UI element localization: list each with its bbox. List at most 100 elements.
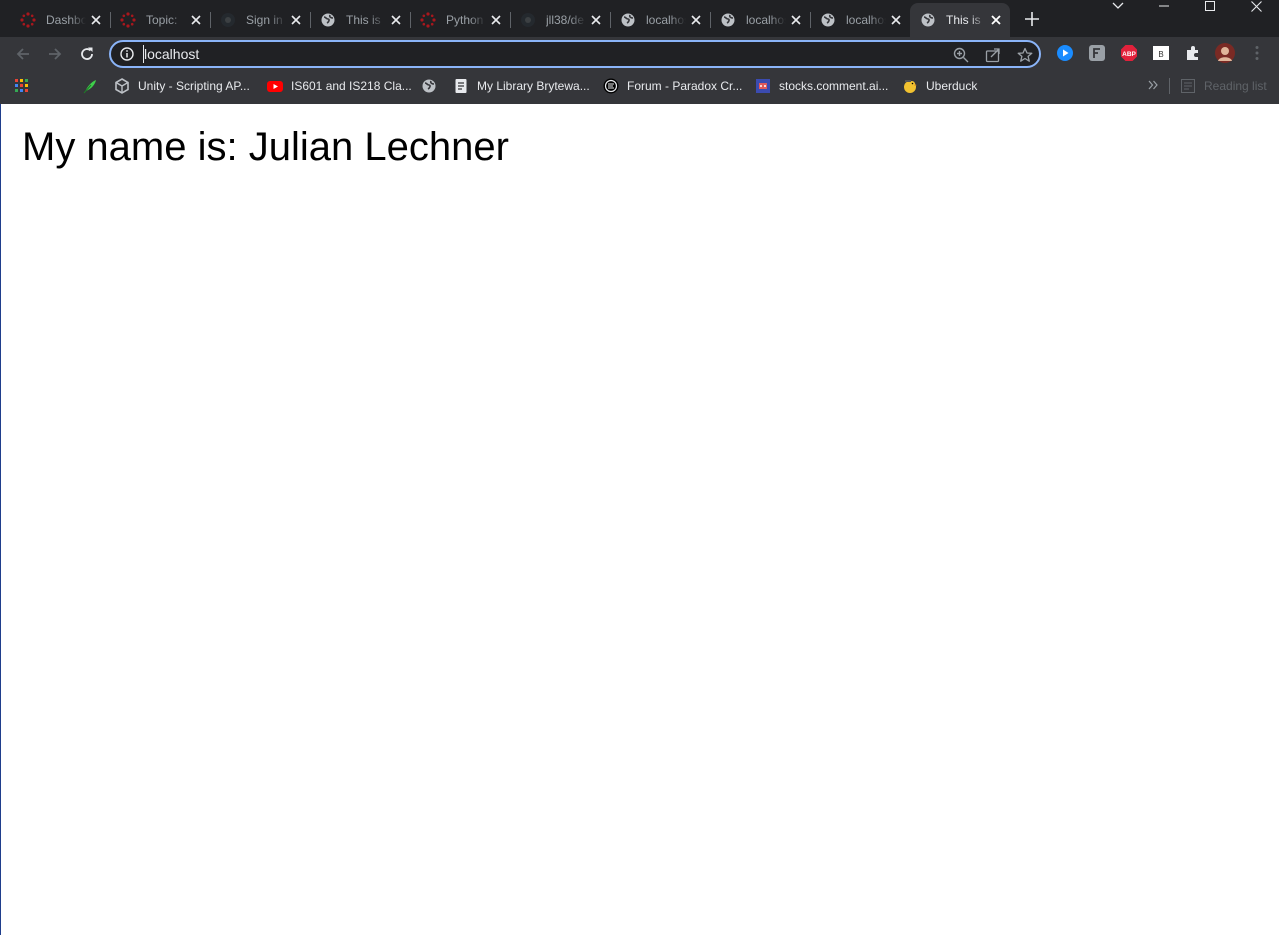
address-bar[interactable]: localhost bbox=[109, 40, 1041, 68]
page-content: My name is: Julian Lechner bbox=[0, 104, 1279, 935]
maximize-button[interactable] bbox=[1187, 0, 1233, 12]
browser-chrome: Dashboard Topic: Sign in This is bbox=[0, 0, 1279, 104]
url-text[interactable]: localhost bbox=[143, 45, 199, 63]
svg-text:ABP: ABP bbox=[1122, 51, 1136, 58]
back-button[interactable] bbox=[10, 41, 36, 67]
close-tab-icon[interactable] bbox=[688, 12, 704, 28]
avatar[interactable] bbox=[1215, 43, 1235, 63]
tab-title: localhost bbox=[646, 13, 686, 27]
forward-button[interactable] bbox=[42, 41, 68, 67]
tab-this-is-1[interactable]: This is bbox=[310, 3, 411, 37]
minimize-icon bbox=[1159, 5, 1169, 7]
paradox-icon bbox=[603, 78, 619, 94]
bookmark-paradox-forum[interactable]: Forum - Paradox Cr... bbox=[603, 77, 742, 95]
tab-title: Topic: bbox=[146, 13, 178, 27]
globe-icon bbox=[820, 12, 836, 28]
tab-title: This is bbox=[346, 13, 381, 27]
tab-topic[interactable]: Topic: bbox=[110, 3, 211, 37]
close-tab-icon[interactable] bbox=[888, 12, 904, 28]
menu-dots-icon[interactable] bbox=[1248, 44, 1266, 62]
close-tab-icon[interactable] bbox=[488, 12, 504, 28]
extension-play-icon[interactable] bbox=[1056, 44, 1074, 62]
tab-python[interactable]: Python bbox=[410, 3, 511, 37]
github-icon bbox=[520, 12, 536, 28]
tab-this-is-active[interactable]: This is bbox=[910, 3, 1010, 37]
tab-search-button[interactable] bbox=[1095, 0, 1141, 12]
tab-sign-in[interactable]: Sign in bbox=[210, 3, 311, 37]
bookmark-label: Unity - Scripting AP... bbox=[138, 79, 250, 93]
youtube-icon bbox=[267, 78, 283, 94]
close-tab-icon[interactable] bbox=[388, 12, 404, 28]
globe-icon bbox=[421, 78, 437, 94]
tab-localhost-1[interactable]: localhost bbox=[610, 3, 711, 37]
close-tab-icon[interactable] bbox=[988, 12, 1004, 28]
bookmark-label: Uberduck bbox=[926, 79, 978, 93]
document-icon bbox=[453, 78, 469, 94]
extensions-puzzle-icon[interactable] bbox=[1184, 44, 1202, 62]
plus-icon bbox=[1025, 12, 1039, 26]
reload-button[interactable] bbox=[74, 41, 100, 67]
globe-icon bbox=[720, 12, 736, 28]
share-icon[interactable] bbox=[983, 45, 1003, 65]
bookmark-feather[interactable] bbox=[82, 77, 106, 95]
bookmark-globe[interactable] bbox=[421, 77, 445, 95]
bookmark-uberduck[interactable]: Uberduck bbox=[902, 77, 977, 95]
adblock-plus-icon[interactable]: ABP bbox=[1120, 44, 1138, 62]
tab-title: localhost bbox=[846, 13, 886, 27]
minimize-button[interactable] bbox=[1141, 0, 1187, 12]
extension-font-icon[interactable] bbox=[1088, 44, 1106, 62]
globe-icon bbox=[620, 12, 636, 28]
zoom-icon[interactable] bbox=[951, 45, 971, 65]
tab-strip: Dashboard Topic: Sign in This is bbox=[0, 0, 1279, 37]
bookmark-unity[interactable]: Unity - Scripting AP... bbox=[114, 77, 250, 95]
close-tab-icon[interactable] bbox=[588, 12, 604, 28]
close-icon bbox=[1250, 0, 1262, 12]
svg-text:B: B bbox=[1158, 50, 1163, 59]
bookmark-label: My Library Brytewa... bbox=[477, 79, 590, 93]
duck-icon bbox=[902, 78, 918, 94]
reload-icon bbox=[81, 47, 93, 60]
tab-localhost-3[interactable]: localhost bbox=[810, 3, 911, 37]
reading-list-icon bbox=[1180, 78, 1196, 94]
double-chevron-right-icon bbox=[1148, 79, 1158, 93]
close-tab-icon[interactable] bbox=[788, 12, 804, 28]
close-tab-icon[interactable] bbox=[88, 12, 104, 28]
bookmarks-overflow-button[interactable] bbox=[1148, 77, 1158, 95]
bookmark-youtube[interactable]: IS601 and IS218 Cla... bbox=[267, 77, 412, 95]
extension-b-icon[interactable]: B bbox=[1152, 44, 1170, 62]
arrow-right-icon bbox=[49, 48, 62, 60]
reading-list-button[interactable]: Reading list bbox=[1180, 77, 1267, 95]
tab-title: This is bbox=[946, 13, 981, 27]
close-tab-icon[interactable] bbox=[188, 12, 204, 28]
github-icon bbox=[220, 12, 236, 28]
bookmark-apps[interactable] bbox=[14, 77, 38, 95]
bookmark-label: stocks.comment.ai... bbox=[779, 79, 889, 93]
tab-title: jll38/de bbox=[546, 13, 585, 27]
apps-grid-icon bbox=[14, 78, 30, 94]
arrow-left-icon bbox=[16, 48, 29, 60]
tab-title: Python bbox=[446, 13, 484, 27]
unity-icon bbox=[114, 78, 130, 94]
page-heading: My name is: Julian Lechner bbox=[22, 125, 509, 169]
robot-icon bbox=[755, 78, 771, 94]
close-tab-icon[interactable] bbox=[288, 12, 304, 28]
canvas-icon bbox=[20, 12, 36, 28]
tab-localhost-2[interactable]: localhost bbox=[710, 3, 811, 37]
tab-title: Dashboard bbox=[46, 13, 86, 27]
feather-icon bbox=[82, 78, 98, 94]
bookmark-star-icon[interactable] bbox=[1015, 45, 1035, 65]
bookmark-my-library[interactable]: My Library Brytewa... bbox=[453, 77, 590, 95]
tab-dashboard[interactable]: Dashboard bbox=[10, 3, 111, 37]
bookmark-label: IS601 and IS218 Cla... bbox=[291, 79, 412, 93]
close-window-button[interactable] bbox=[1233, 0, 1279, 12]
bookmarks-bar: Unity - Scripting AP... IS601 and IS218 … bbox=[0, 72, 1279, 100]
chevron-down-icon bbox=[1112, 2, 1124, 9]
bookmark-stocks[interactable]: stocks.comment.ai... bbox=[755, 77, 888, 95]
canvas-icon bbox=[120, 12, 136, 28]
tab-title: Sign in bbox=[246, 13, 283, 27]
canvas-icon bbox=[420, 12, 436, 28]
tab-github-repo[interactable]: jll38/de bbox=[510, 3, 611, 37]
new-tab-button[interactable] bbox=[1021, 8, 1043, 30]
bookmark-label: Forum - Paradox Cr... bbox=[627, 79, 743, 93]
site-info-icon[interactable] bbox=[119, 46, 135, 67]
